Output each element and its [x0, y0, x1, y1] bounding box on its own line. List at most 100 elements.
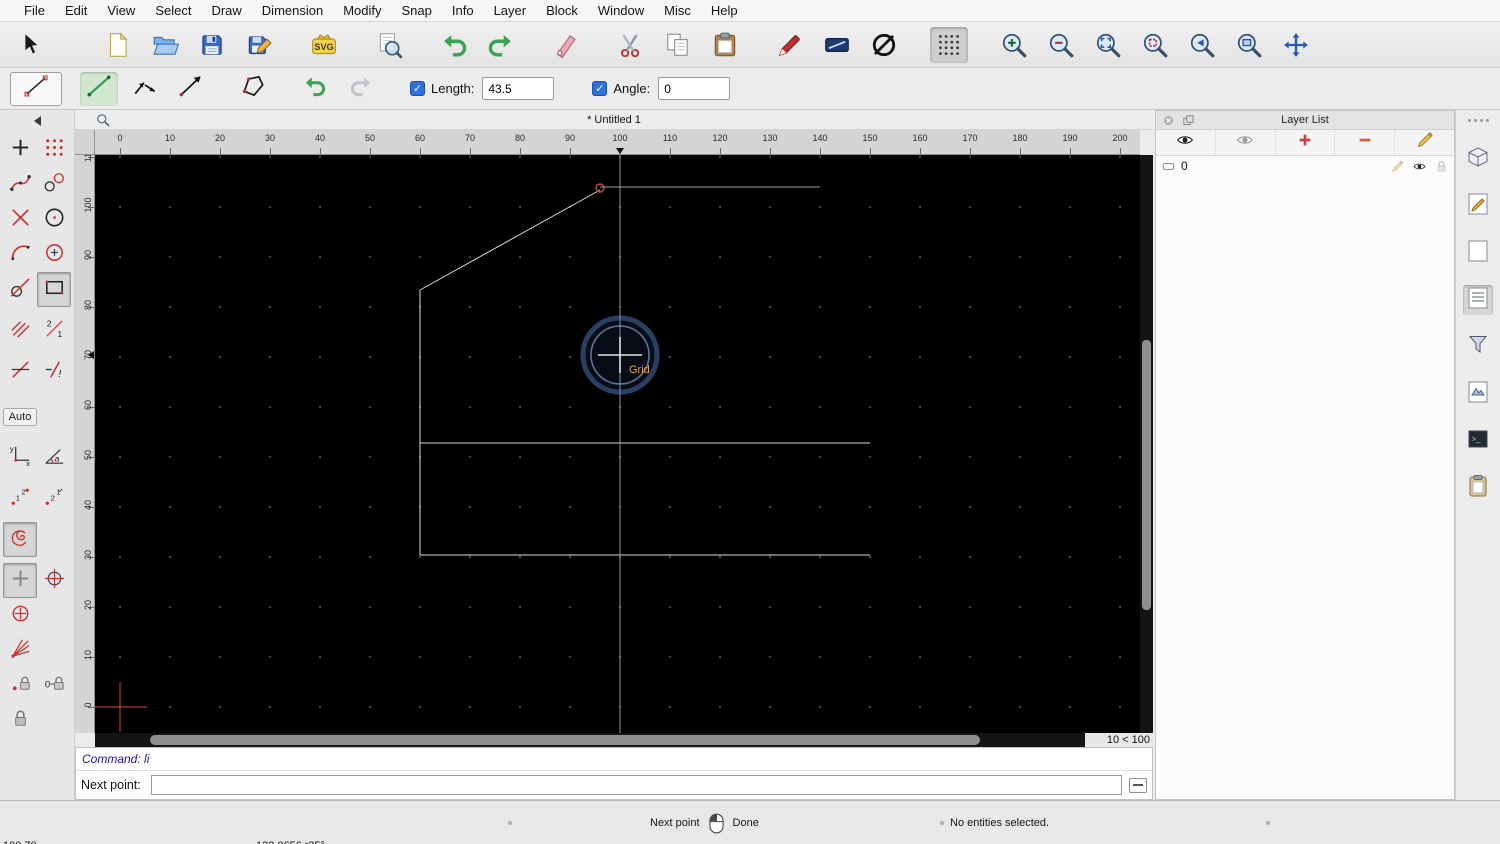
- menu-modify[interactable]: Modify: [333, 0, 391, 22]
- circle-2p-tool-button[interactable]: [37, 167, 71, 202]
- menu-layer[interactable]: Layer: [484, 0, 537, 22]
- circle-plus-tool-button[interactable]: [3, 598, 37, 633]
- length-checkbox[interactable]: ✓: [410, 81, 425, 96]
- library-browser-panel-button[interactable]: [1463, 473, 1493, 503]
- palette-collapse-button[interactable]: [0, 110, 74, 132]
- snap-middle-12-tool-button[interactable]: 12: [3, 481, 37, 516]
- undo-segment-button[interactable]: [296, 72, 334, 106]
- vertical-scrollbar-thumb[interactable]: [1142, 340, 1151, 610]
- dim-text-tool-button[interactable]: 21: [37, 313, 71, 348]
- print-preview-button[interactable]: [370, 27, 408, 63]
- rect-tool-tool-button[interactable]: [37, 272, 71, 307]
- layer-edit-icon[interactable]: [1390, 159, 1405, 174]
- pen-attributes-button[interactable]: [771, 27, 809, 63]
- undo-button[interactable]: [435, 27, 473, 63]
- rays-tool-button[interactable]: [3, 633, 37, 668]
- zoom-auto-button[interactable]: [1089, 27, 1127, 63]
- quick-info-panel-button[interactable]: [1463, 238, 1493, 268]
- dock-drag-handle[interactable]: [1467, 113, 1489, 127]
- cross-x-tool-button[interactable]: [3, 202, 37, 237]
- arc-red-tool-button[interactable]: [3, 237, 37, 272]
- circle-center-tool-button[interactable]: [37, 237, 71, 272]
- layer-row[interactable]: 0: [1156, 156, 1454, 176]
- command-line-panel-button[interactable]: >_: [1463, 426, 1493, 456]
- menu-info[interactable]: Info: [442, 0, 484, 22]
- tangent-line-tool-button[interactable]: [3, 272, 37, 307]
- divide-mark-tool-button[interactable]: !: [37, 354, 71, 389]
- filter-panel-button[interactable]: [1463, 332, 1493, 362]
- zoom-out-button[interactable]: [1042, 27, 1080, 63]
- ortho-yx-tool-button[interactable]: yx: [3, 440, 37, 475]
- new-document-button[interactable]: [99, 27, 137, 63]
- spline-points-tool-button[interactable]: [3, 167, 37, 202]
- drawing-canvas[interactable]: Grid: [95, 155, 1140, 733]
- menu-misc[interactable]: Misc: [654, 0, 701, 22]
- menu-edit[interactable]: Edit: [55, 0, 97, 22]
- menu-select[interactable]: Select: [145, 0, 201, 22]
- menu-window[interactable]: Window: [588, 0, 654, 22]
- plus-gray-tool-button[interactable]: [3, 563, 37, 598]
- padlock-tool-button[interactable]: [3, 703, 37, 738]
- horizontal-scrollbar-thumb[interactable]: [150, 735, 980, 745]
- menu-snap[interactable]: Snap: [392, 0, 442, 22]
- line-angle-button[interactable]: [126, 72, 164, 106]
- menu-view[interactable]: View: [97, 0, 145, 22]
- circle-tool-button[interactable]: [37, 202, 71, 237]
- svg-export-button[interactable]: SVG: [305, 27, 343, 63]
- redo-segment-button[interactable]: [342, 72, 380, 106]
- select-cursor-button[interactable]: [12, 27, 50, 63]
- angle-checkbox[interactable]: ✓: [592, 81, 608, 96]
- show-all-layers-button[interactable]: [1156, 130, 1216, 155]
- copy-button[interactable]: [659, 27, 697, 63]
- layer-lock-icon[interactable]: [1434, 159, 1449, 174]
- layer-list-panel-button[interactable]: [1463, 285, 1493, 315]
- layer-visibility-icon[interactable]: [1412, 159, 1427, 174]
- eraser-button[interactable]: [547, 27, 585, 63]
- entity-attributes-button[interactable]: [818, 27, 856, 63]
- vertical-scrollbar[interactable]: [1140, 155, 1153, 747]
- named-views-panel-button[interactable]: [1463, 379, 1493, 409]
- length-input[interactable]: [482, 77, 555, 100]
- pen-palette-panel-button[interactable]: [1463, 191, 1493, 221]
- zoom-selected-button[interactable]: [1136, 27, 1174, 63]
- snap-auto-button[interactable]: Auto: [2, 407, 38, 426]
- add-layer-button[interactable]: [1276, 130, 1336, 155]
- remove-layer-button[interactable]: [1335, 130, 1396, 155]
- draft-mode-button[interactable]: [865, 27, 903, 63]
- line-arrow-button[interactable]: [172, 72, 210, 106]
- grid-toggle-button[interactable]: [930, 26, 968, 63]
- zoom-previous-button[interactable]: [1183, 27, 1221, 63]
- angle-alpha-tool-button[interactable]: a: [37, 440, 71, 475]
- zoom-pan-button[interactable]: [1277, 27, 1315, 63]
- command-options-button[interactable]: [1129, 777, 1147, 793]
- polyline-button[interactable]: [234, 72, 272, 106]
- command-input[interactable]: [150, 775, 1122, 795]
- block-list-panel-button[interactable]: [1463, 144, 1493, 174]
- redo-button[interactable]: [482, 27, 520, 63]
- menu-block[interactable]: Block: [536, 0, 588, 22]
- zoom-window-button[interactable]: [1230, 27, 1268, 63]
- snap-lock-tool-button[interactable]: [3, 668, 37, 703]
- edit-layer-button[interactable]: [1395, 130, 1454, 155]
- hatch-lines-tool-button[interactable]: [3, 313, 37, 348]
- menu-dimension[interactable]: Dimension: [252, 0, 333, 22]
- snap-dist-21-tool-button[interactable]: 21: [37, 481, 71, 516]
- point-grid-tool-button[interactable]: [37, 132, 71, 167]
- menu-help[interactable]: Help: [701, 0, 748, 22]
- angle-input[interactable]: [658, 77, 731, 100]
- lock-zero-tool-button[interactable]: 0: [37, 668, 71, 703]
- paste-button[interactable]: [706, 27, 744, 63]
- cross-line-tool-button[interactable]: [3, 354, 37, 389]
- save-button[interactable]: [193, 27, 231, 63]
- line-normal-button[interactable]: [80, 71, 118, 106]
- menu-file[interactable]: File: [14, 0, 55, 22]
- point-plus-tool-button[interactable]: [3, 132, 37, 167]
- save-as-button[interactable]: [240, 27, 278, 63]
- hide-all-layers-button[interactable]: [1216, 130, 1276, 155]
- open-file-button[interactable]: [146, 27, 184, 63]
- menu-draw[interactable]: Draw: [201, 0, 251, 22]
- horizontal-scrollbar[interactable]: [95, 733, 1140, 747]
- zoom-in-button[interactable]: [995, 27, 1033, 63]
- snap-spiral-tool-button[interactable]: [3, 522, 37, 557]
- crosshair-circle-tool-button[interactable]: [37, 563, 71, 598]
